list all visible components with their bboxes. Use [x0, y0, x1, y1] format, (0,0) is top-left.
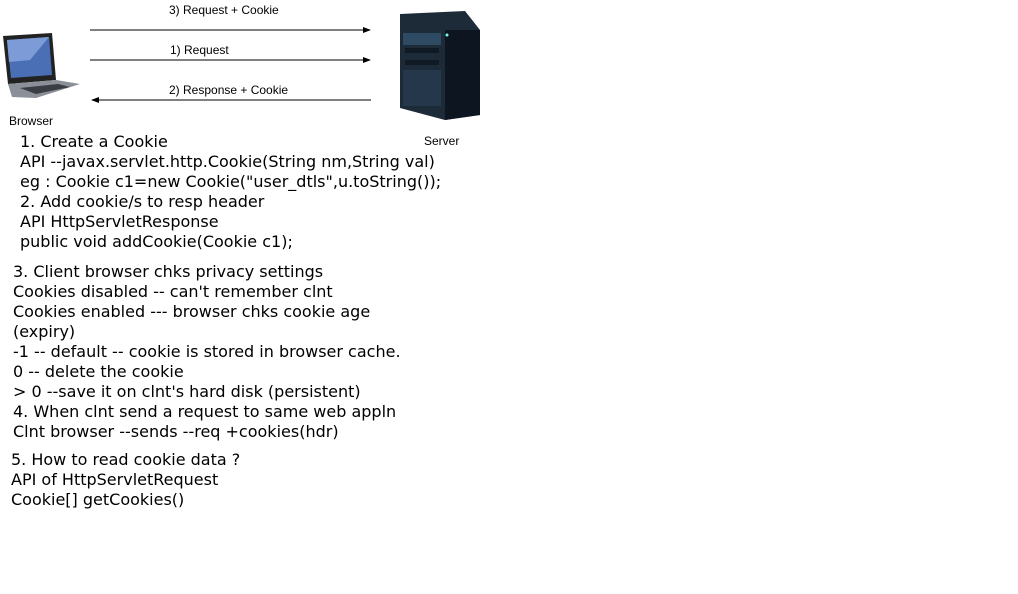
- note-line: public void addCookie(Cookie c1);: [20, 232, 293, 251]
- note-line: 3. Client browser chks privacy settings: [13, 262, 324, 281]
- arrow-label-request-cookie: 3) Request + Cookie: [169, 3, 279, 17]
- browser-label: Browser: [9, 114, 54, 128]
- note-line: Cookies enabled --- browser chks cookie …: [13, 302, 371, 321]
- note-line: Cookie[] getCookies(): [11, 490, 185, 509]
- note-line: 1. Create a Cookie: [20, 132, 168, 151]
- note-line: Clnt browser --sends --req +cookies(hdr): [13, 422, 339, 441]
- note-line: 5. How to read cookie data ?: [11, 450, 241, 469]
- diagram-canvas: [3, 11, 480, 120]
- note-line: (expiry): [13, 322, 76, 341]
- note-line: API HttpServletResponse: [20, 212, 219, 231]
- note-line: 2. Add cookie/s to resp header: [20, 192, 265, 211]
- note-line: 4. When clnt send a request to same web …: [13, 402, 397, 421]
- arrow-label-response-cookie: 2) Response + Cookie: [169, 83, 289, 97]
- server-label: Server: [424, 134, 460, 148]
- laptop-icon: [3, 33, 80, 98]
- note-line: API of HttpServletRequest: [11, 470, 219, 489]
- note-line: 0 -- delete the cookie: [13, 362, 184, 381]
- note-line: API --javax.servlet.http.Cookie(String n…: [20, 152, 435, 171]
- arrow-label-request: 1) Request: [170, 43, 229, 57]
- server-icon: [400, 11, 480, 120]
- note-line: Cookies disabled -- can't remember clnt: [13, 282, 333, 301]
- note-line: eg : Cookie c1=new Cookie("user_dtls",u.…: [20, 172, 442, 191]
- note-line: -1 -- default -- cookie is stored in bro…: [13, 342, 401, 361]
- note-line: > 0 --save it on clnt's hard disk (persi…: [13, 382, 361, 401]
